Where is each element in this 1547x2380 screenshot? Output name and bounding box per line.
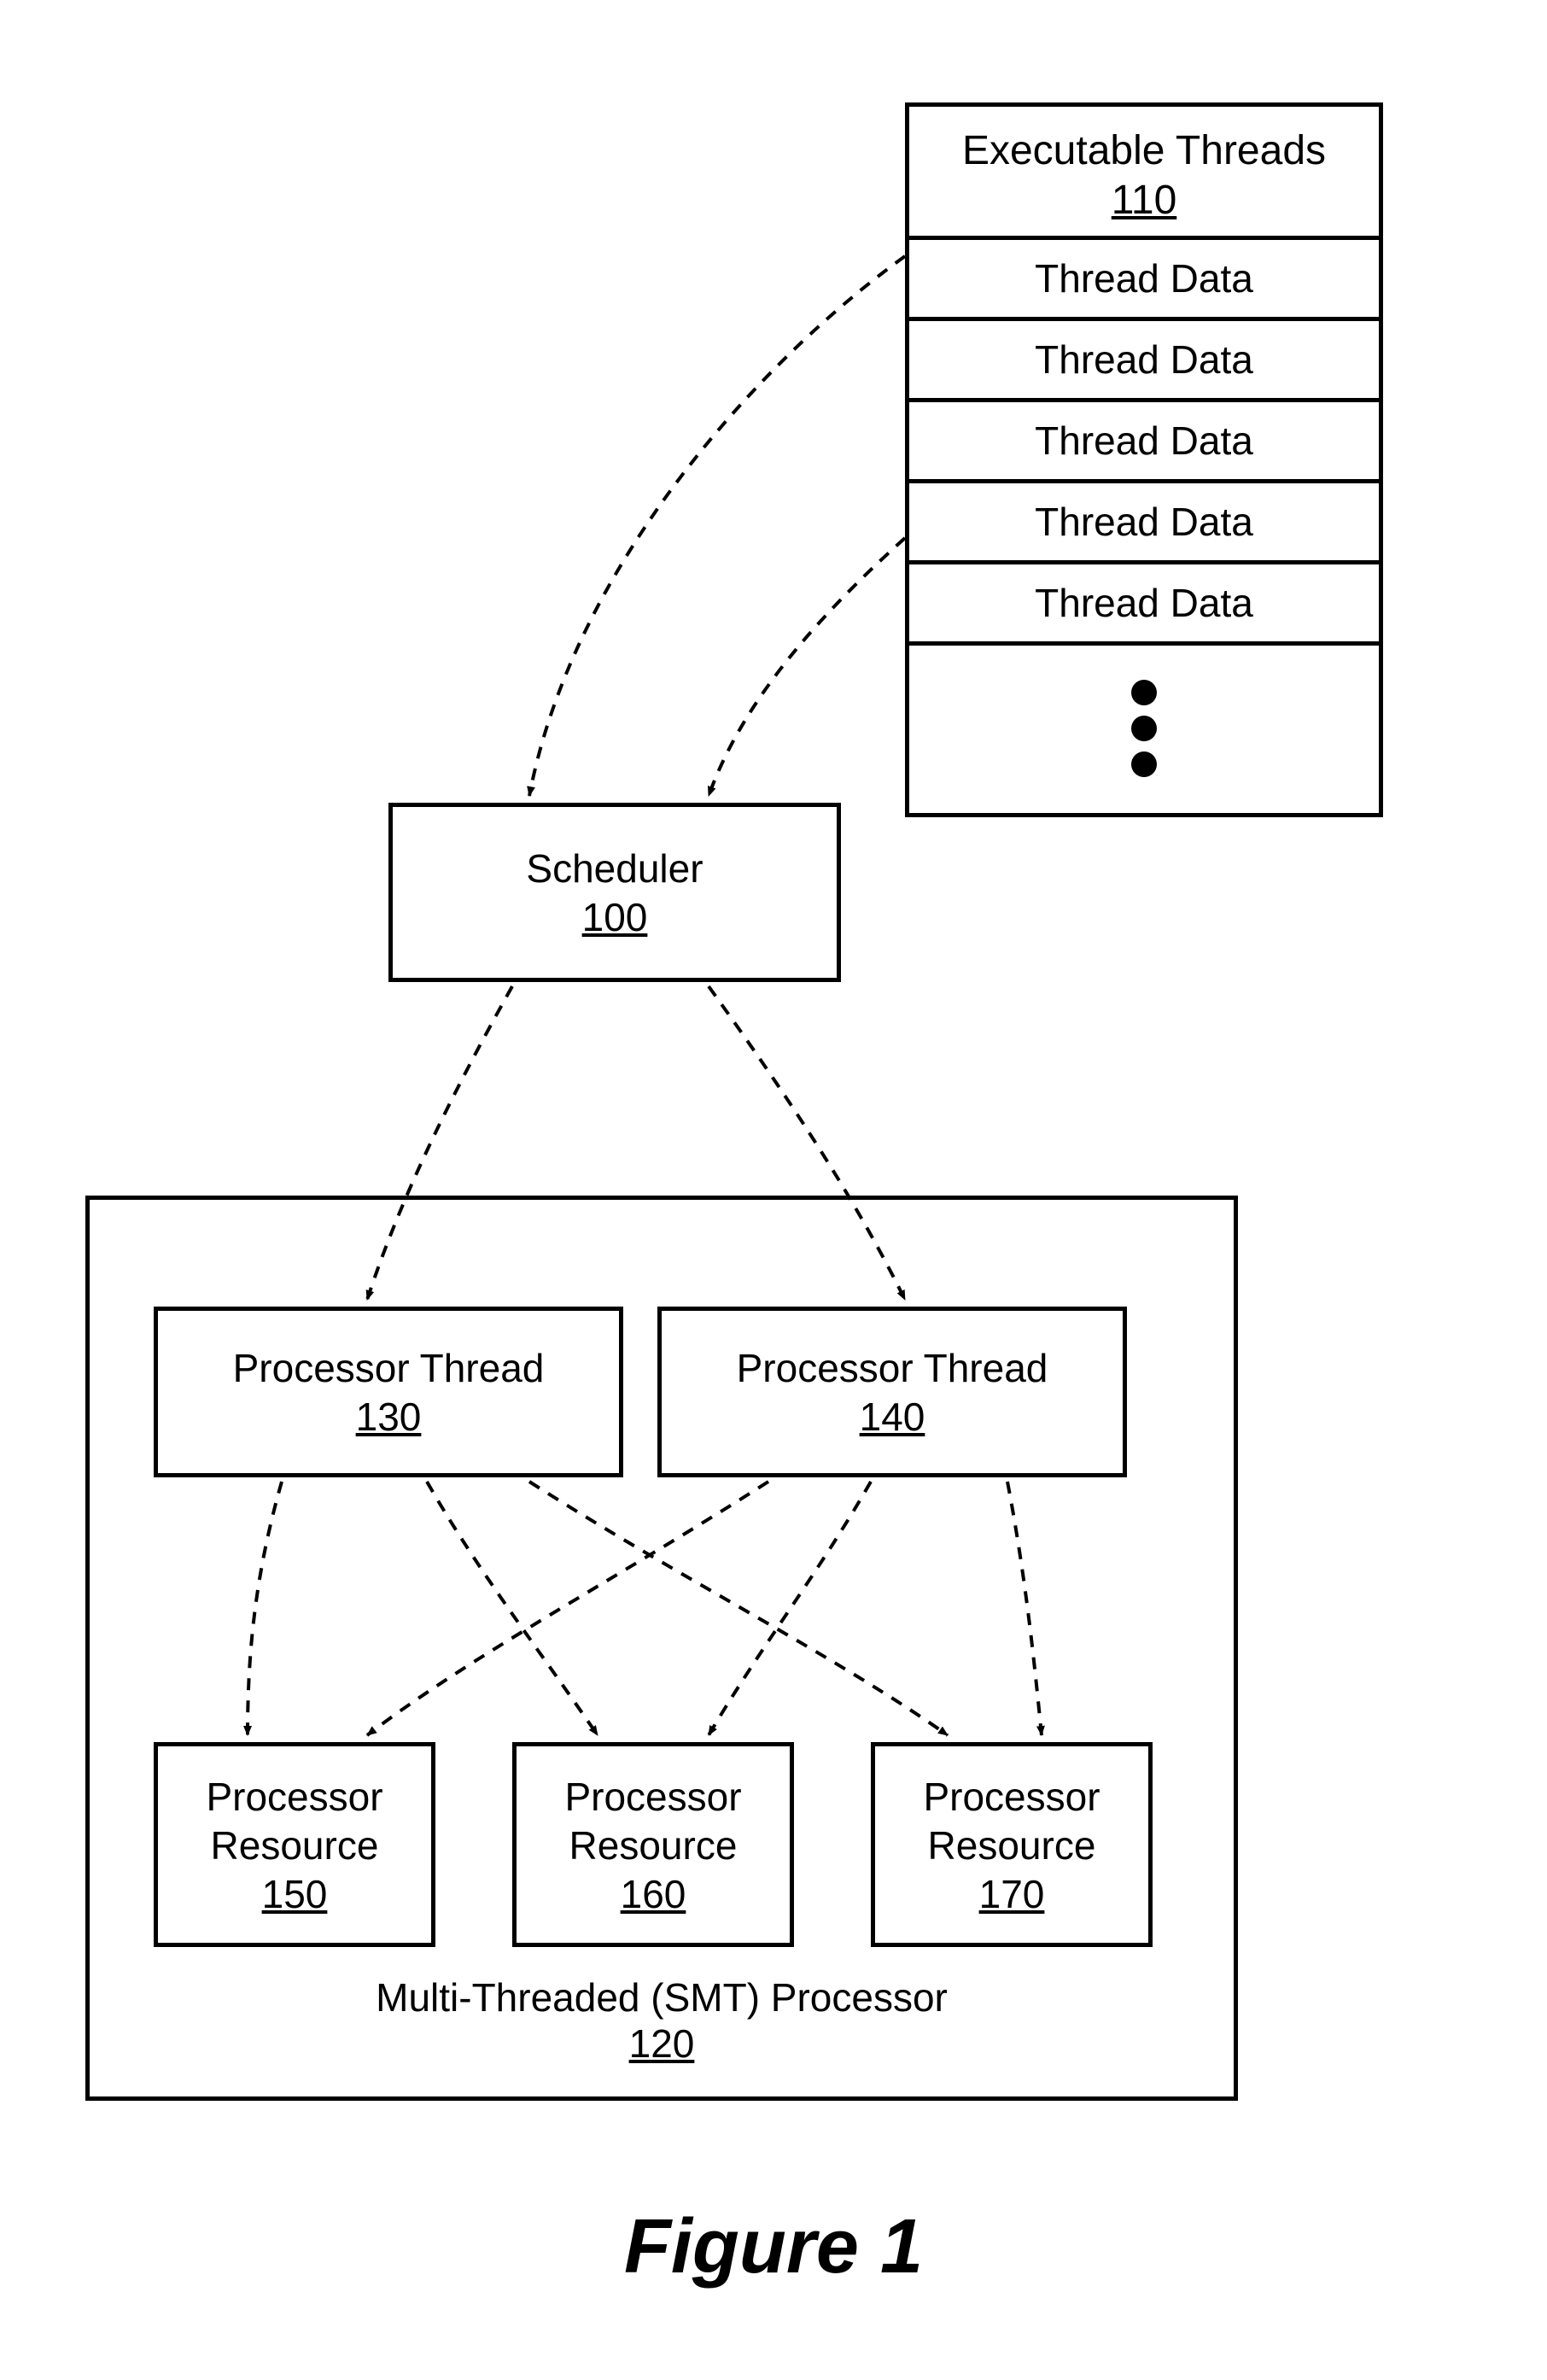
processor-resource-150-label: Processor Resource bbox=[206, 1773, 382, 1871]
processor-thread-130-ref: 130 bbox=[356, 1394, 422, 1440]
scheduler-label: Scheduler bbox=[526, 845, 703, 894]
processor-resource-170-ref: 170 bbox=[979, 1871, 1045, 1917]
processor-thread-130: Processor Thread 130 bbox=[154, 1307, 623, 1477]
executable-threads-header: Executable Threads 110 bbox=[909, 107, 1379, 240]
processor-thread-140: Processor Thread 140 bbox=[657, 1307, 1127, 1477]
dot-icon bbox=[1131, 751, 1157, 777]
thread-data-row: Thread Data bbox=[909, 321, 1379, 402]
processor-resource-170-label: Processor Resource bbox=[923, 1773, 1100, 1871]
processor-thread-140-label: Processor Thread bbox=[737, 1344, 1048, 1394]
processor-resource-150: Processor Resource 150 bbox=[154, 1742, 435, 1947]
processor-thread-130-label: Processor Thread bbox=[233, 1344, 545, 1394]
processor-thread-140-ref: 140 bbox=[860, 1394, 925, 1440]
scheduler-ref: 100 bbox=[582, 894, 648, 940]
dot-icon bbox=[1131, 680, 1157, 705]
thread-data-row: Thread Data bbox=[909, 564, 1379, 646]
executable-threads-title: Executable Threads bbox=[918, 126, 1370, 177]
processor-resource-150-ref: 150 bbox=[262, 1871, 328, 1917]
processor-resource-160: Processor Resource 160 bbox=[512, 1742, 794, 1947]
smt-processor-label: Multi-Threaded (SMT) Processor bbox=[90, 1974, 1234, 2020]
thread-data-row: Thread Data bbox=[909, 402, 1379, 483]
smt-processor-ref: 120 bbox=[629, 2020, 695, 2067]
processor-resource-160-ref: 160 bbox=[621, 1871, 686, 1917]
figure-title: Figure 1 bbox=[0, 2203, 1547, 2291]
scheduler-box: Scheduler 100 bbox=[388, 803, 841, 982]
thread-data-row: Thread Data bbox=[909, 483, 1379, 564]
ellipsis-dots bbox=[909, 646, 1379, 813]
dot-icon bbox=[1131, 716, 1157, 741]
thread-data-row: Thread Data bbox=[909, 240, 1379, 321]
processor-resource-170: Processor Resource 170 bbox=[871, 1742, 1153, 1947]
diagram-canvas: Executable Threads 110 Thread Data Threa… bbox=[0, 0, 1547, 2380]
executable-threads-box: Executable Threads 110 Thread Data Threa… bbox=[905, 102, 1383, 817]
executable-threads-ref: 110 bbox=[918, 177, 1370, 224]
processor-resource-160-label: Processor Resource bbox=[564, 1773, 741, 1871]
smt-processor-caption: Multi-Threaded (SMT) Processor 120 bbox=[90, 1974, 1234, 2067]
